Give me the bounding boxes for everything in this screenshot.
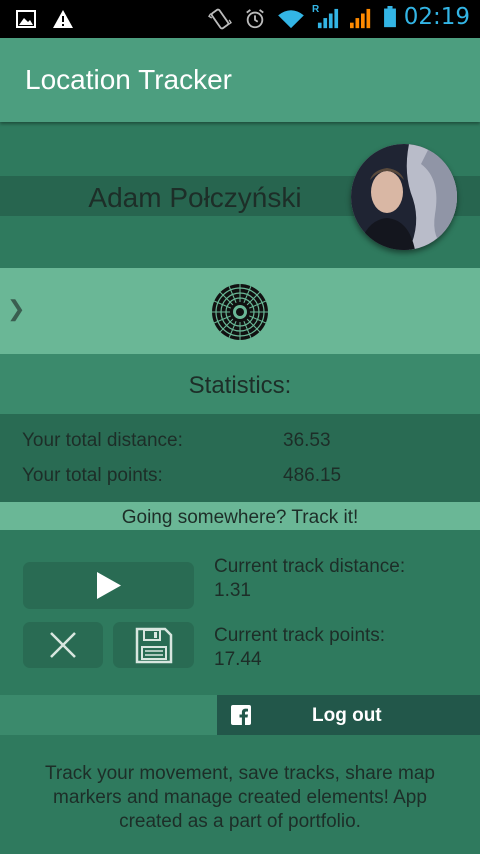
mobile-data-icon (350, 8, 371, 29)
play-icon (97, 572, 121, 599)
wifi-icon (278, 10, 304, 29)
profile-name: Adam Połczyński (88, 182, 302, 213)
avatar[interactable] (351, 144, 457, 250)
battery-icon (384, 6, 396, 28)
play-button[interactable] (23, 562, 194, 609)
warning-icon (53, 10, 73, 28)
save-track-button[interactable] (113, 622, 194, 668)
status-bar: R 02:19 (0, 0, 480, 38)
avatar-photo (351, 144, 457, 250)
current-distance-value: 1.31 (214, 580, 251, 601)
facebook-icon (231, 705, 251, 725)
logout-spacer (0, 695, 217, 735)
current-points-value: 17.44 (214, 649, 262, 670)
total-points-value: 486.15 (283, 465, 342, 486)
total-distance-value: 36.53 (283, 430, 331, 451)
tracking-banner-text: Going somewhere? Track it! (121, 507, 359, 528)
chevron-right-icon[interactable]: ❯ (7, 296, 25, 322)
app-bar: Location Tracker (0, 38, 480, 122)
app-title: Location Tracker (25, 64, 232, 95)
logout-label: Log out (312, 705, 382, 726)
image-notification-icon (16, 10, 36, 28)
alarm-icon (246, 9, 264, 29)
floppy-disk-icon (135, 627, 173, 664)
footer-description: Track your movement, save tracks, share … (45, 763, 435, 832)
statistics-panel (0, 414, 480, 502)
vibrate-icon (208, 8, 232, 30)
signal-strength-icon (317, 8, 339, 29)
total-points-label: Your total points: (22, 465, 163, 486)
current-distance-label: Current track distance: (214, 556, 406, 577)
logout-button[interactable]: Log out (217, 695, 480, 735)
status-time: 02:19 (403, 4, 470, 30)
close-icon (50, 632, 76, 658)
total-distance-label: Your total distance: (22, 430, 183, 451)
current-points-label: Current track points: (214, 625, 386, 646)
mandala-logo-icon (212, 284, 268, 340)
cancel-track-button[interactable] (23, 622, 103, 668)
statistics-title: Statistics: (188, 372, 292, 399)
